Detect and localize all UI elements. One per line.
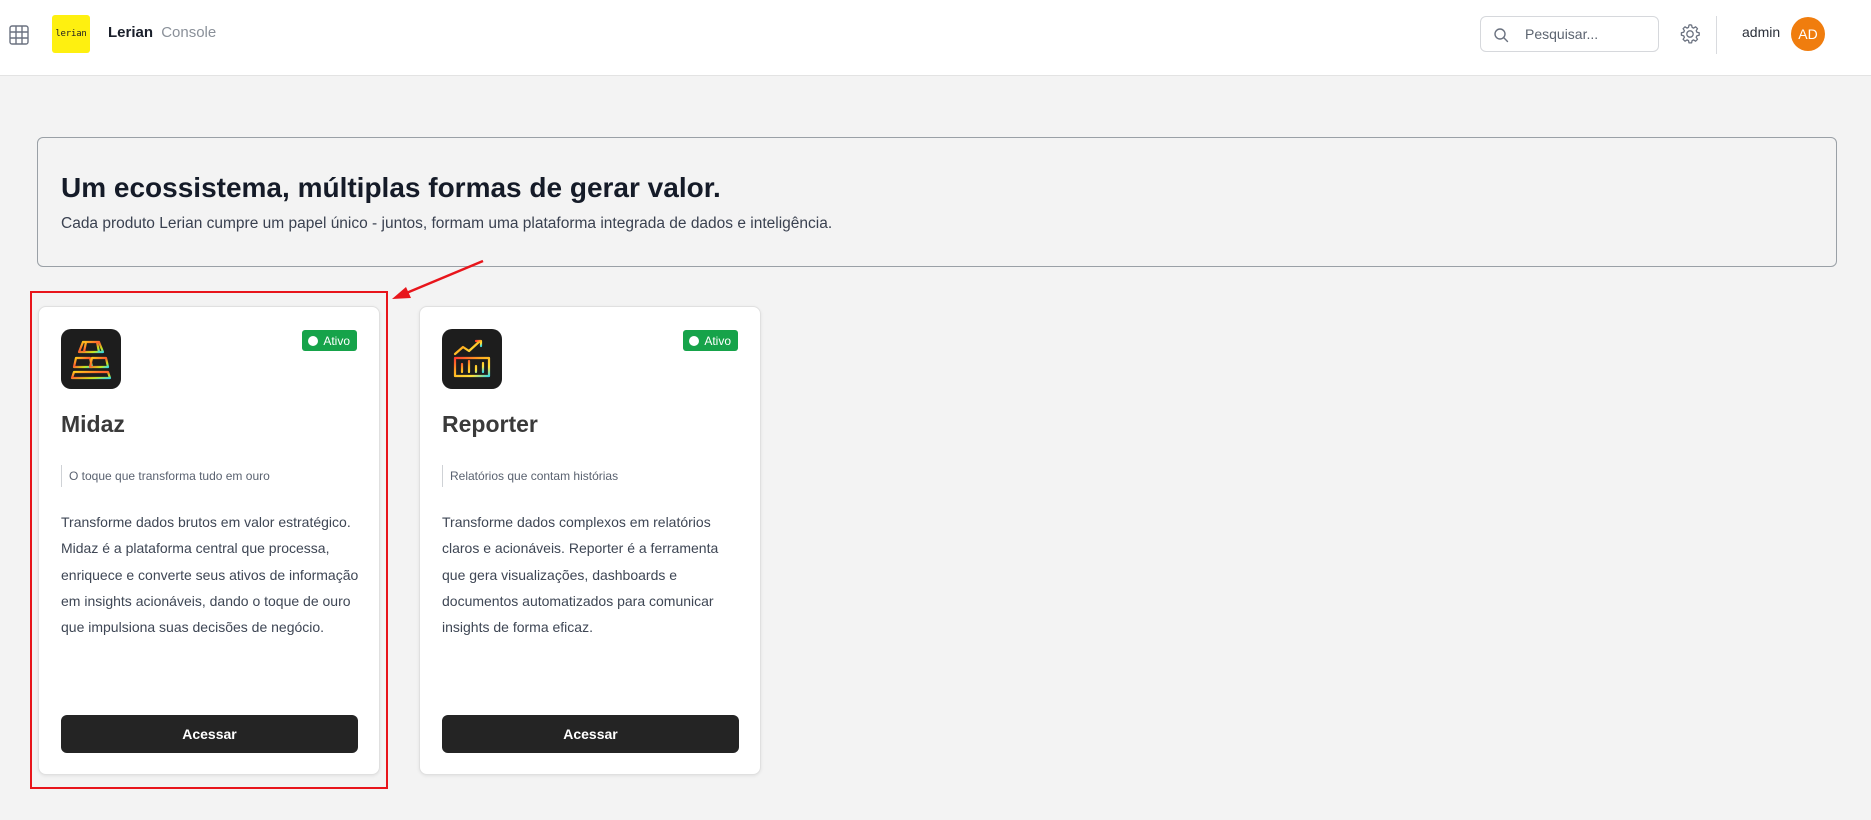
status-badge: Ativo <box>302 330 357 351</box>
hero-banner: Um ecossistema, múltiplas formas de gera… <box>37 137 1837 267</box>
brand-title: Lerian Console <box>108 24 216 41</box>
product-card-midaz: Ativo Midaz O toque que transforma tudo … <box>38 306 380 775</box>
brand-subtitle: Console <box>161 24 217 41</box>
product-title: Midaz <box>61 411 125 437</box>
status-badge: Ativo <box>683 330 738 351</box>
search-icon <box>1494 28 1509 43</box>
midaz-gold-bars-icon <box>61 329 121 389</box>
avatar[interactable]: AD <box>1791 17 1825 51</box>
product-tagline: Relatórios que contam histórias <box>442 465 618 487</box>
product-description: Transforme dados brutos em valor estraté… <box>61 514 359 636</box>
reporter-chart-icon <box>442 329 502 389</box>
top-bar: lerian Lerian Console admin AD <box>0 0 1871 76</box>
gear-icon[interactable] <box>1678 22 1702 46</box>
page-title: Um ecossistema, múltiplas formas de gera… <box>61 172 721 203</box>
access-button-midaz[interactable]: Acessar <box>61 715 358 753</box>
product-card-reporter: Ativo Reporter Relatórios que contam his… <box>419 306 761 775</box>
logo-text: lerian <box>55 29 87 39</box>
avatar-initials: AD <box>1798 26 1818 42</box>
access-button-reporter[interactable]: Acessar <box>442 715 739 753</box>
grid-icon[interactable] <box>8 24 30 46</box>
lerian-logo[interactable]: lerian <box>52 15 90 53</box>
status-label: Ativo <box>323 333 350 348</box>
page-subtitle: Cada produto Lerian cumpre um papel únic… <box>61 215 833 232</box>
product-description: Transforme dados complexos em relatórios… <box>442 514 719 636</box>
product-tagline: O toque que transforma tudo em ouro <box>61 465 270 487</box>
brand-name: Lerian <box>108 24 154 41</box>
status-label: Ativo <box>704 333 731 348</box>
search-box[interactable] <box>1480 16 1659 52</box>
status-dot <box>689 335 700 346</box>
product-title: Reporter <box>442 411 538 437</box>
status-dot <box>308 335 319 346</box>
search-input[interactable] <box>1525 17 1653 51</box>
username[interactable]: admin <box>1742 24 1780 40</box>
header-divider <box>1716 16 1717 54</box>
